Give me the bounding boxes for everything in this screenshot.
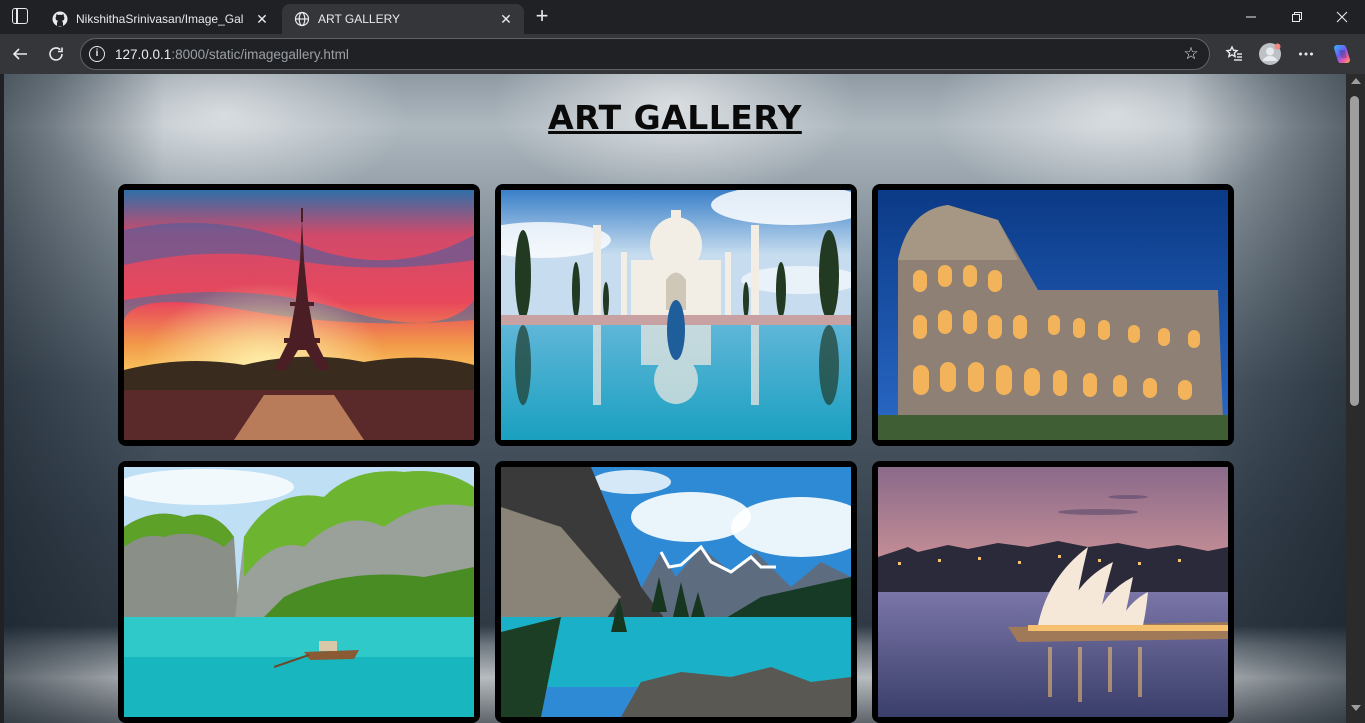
tab-title: ART GALLERY <box>318 12 401 26</box>
gallery-card-tropical-cliffs[interactable] <box>118 461 480 723</box>
favorites-icon[interactable] <box>1220 40 1248 68</box>
url-text[interactable]: 127.0.0.1:8000/static/imagegallery.html <box>115 47 349 62</box>
address-bar[interactable]: i 127.0.0.1:8000/static/imagegallery.htm… <box>80 38 1210 70</box>
gallery-card-mountain-lake[interactable] <box>495 461 857 723</box>
browser-toolbar: i 127.0.0.1:8000/static/imagegallery.htm… <box>0 34 1365 74</box>
tab-actions-icon[interactable] <box>12 8 28 24</box>
minimize-button[interactable] <box>1228 0 1274 34</box>
close-tab-icon[interactable]: ✕ <box>252 9 272 29</box>
new-tab-button[interactable]: + <box>530 5 554 29</box>
site-info-icon[interactable]: i <box>89 46 105 62</box>
tab-title: NikshithaSrinivasan/Image_Galler <box>76 12 244 26</box>
taj-mahal-image[interactable] <box>501 190 851 440</box>
bookmark-star-icon[interactable]: ☆ <box>1181 44 1201 64</box>
browser-title-bar: NikshithaSrinivasan/Image_Galler ✕ ART G… <box>0 0 1365 34</box>
close-window-button[interactable] <box>1319 0 1365 34</box>
sydney-opera-house-image[interactable] <box>878 467 1228 717</box>
tab-github[interactable]: NikshithaSrinivasan/Image_Galler ✕ <box>40 4 280 34</box>
gallery-card-taj-mahal[interactable] <box>495 184 857 446</box>
scrollbar-thumb[interactable] <box>1350 96 1359 406</box>
tab-art-gallery[interactable]: ART GALLERY ✕ <box>282 4 524 34</box>
restore-button[interactable] <box>1274 0 1320 34</box>
page-title: ART GALLERY <box>548 98 802 137</box>
gallery-card-eiffel-tower[interactable] <box>118 184 480 446</box>
mountain-lake-image[interactable] <box>501 467 851 717</box>
tropical-cliffs-image[interactable] <box>124 467 474 717</box>
scroll-up-arrow-icon[interactable] <box>1351 78 1361 84</box>
more-menu-icon[interactable] <box>1292 40 1320 68</box>
profile-avatar[interactable] <box>1256 40 1284 68</box>
page-scrollbar[interactable] <box>1346 74 1365 723</box>
close-tab-icon[interactable]: ✕ <box>496 9 516 29</box>
copilot-icon[interactable] <box>1328 40 1356 68</box>
colosseum-image[interactable] <box>878 190 1228 440</box>
gallery-card-sydney-opera-house[interactable] <box>872 461 1234 723</box>
globe-icon <box>294 11 310 27</box>
scroll-down-arrow-icon[interactable] <box>1351 705 1361 711</box>
back-button[interactable] <box>6 40 34 68</box>
gallery-card-colosseum[interactable] <box>872 184 1234 446</box>
reload-button[interactable] <box>42 40 70 68</box>
page-viewport: ART GALLERY <box>4 74 1346 723</box>
github-icon <box>52 11 68 27</box>
eiffel-tower-image[interactable] <box>124 190 474 440</box>
